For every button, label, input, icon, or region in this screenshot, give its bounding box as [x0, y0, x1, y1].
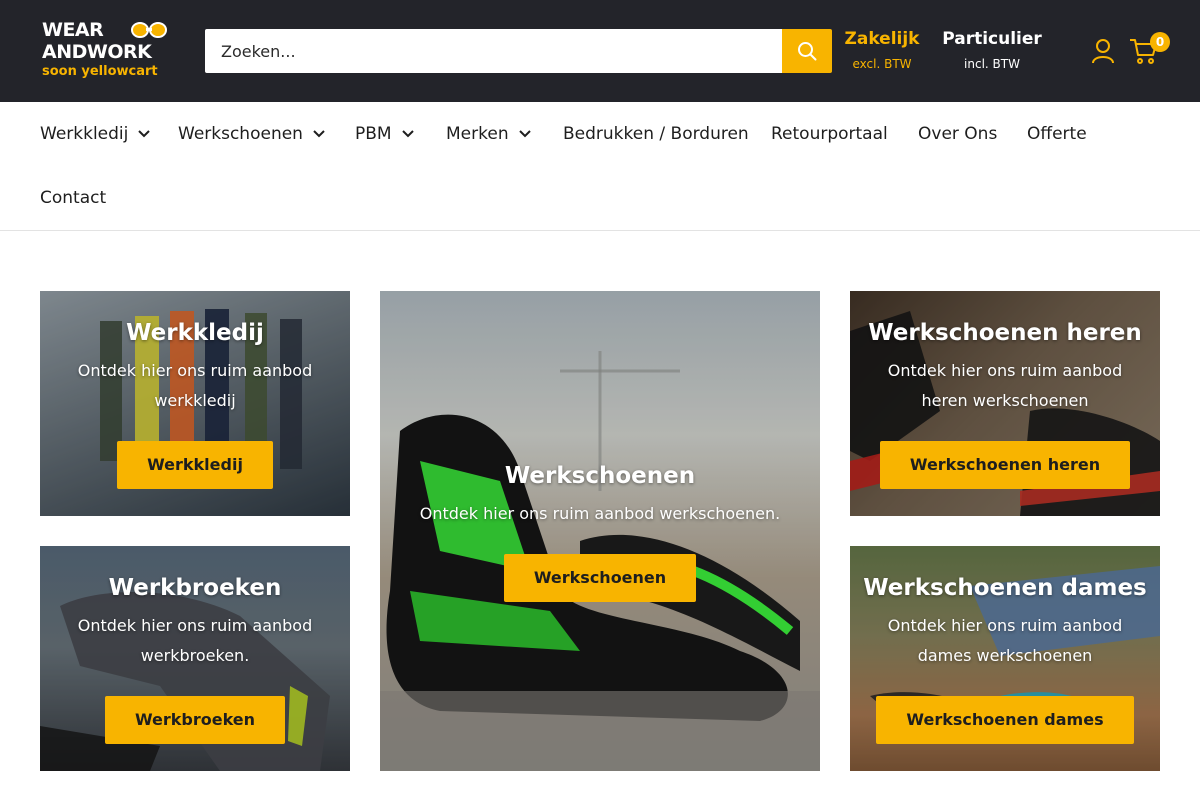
nav-item-bedrukken-borduren[interactable]: Bedrukken / Borduren — [563, 122, 749, 146]
nav-item-label: Over Ons — [918, 124, 998, 144]
category-tile-werkkledij[interactable]: Werkkledij Ontdek hier ons ruim aanbod w… — [40, 291, 350, 516]
tile-content: Werkschoenen heren Ontdek hier ons ruim … — [850, 318, 1160, 489]
nav-item-werkschoenen[interactable]: Werkschoenen — [178, 122, 325, 146]
chevron-down-icon — [401, 130, 414, 138]
price-toggle-label: Zakelijk — [844, 29, 920, 49]
logo-line-3: soon yellowcart — [42, 64, 158, 79]
nav-item-over-ons[interactable]: Over Ons — [918, 122, 997, 146]
category-tile-werkschoenen[interactable]: Werkschoenen Ontdek hier ons ruim aanbod… — [380, 291, 820, 771]
site-logo[interactable]: WEAR ANDWORK soon yellowcart — [40, 18, 170, 84]
nav-item-label: Retourportaal — [771, 124, 888, 144]
tile-content: Werkschoenen dames Ontdek hier ons ruim … — [850, 573, 1160, 744]
goggles-icon — [131, 22, 167, 38]
nav-item-offerte[interactable]: Offerte — [1027, 122, 1087, 146]
nav-item-pbm[interactable]: PBM — [355, 122, 414, 146]
chevron-down-icon — [138, 130, 151, 138]
tile-content: Werkschoenen Ontdek hier ons ruim aanbod… — [380, 461, 820, 602]
nav-item-label: Contact — [40, 188, 107, 208]
tile-description: Ontdek hier ons ruim aanbod dames werksc… — [887, 616, 1123, 665]
chevron-down-icon — [313, 130, 325, 138]
tile-title: Werkbroeken — [108, 575, 282, 601]
price-toggle-zakelijk[interactable]: Zakelijk excl. BTW — [840, 28, 924, 72]
tile-description: Ontdek hier ons ruim aanbod heren werksc… — [887, 361, 1123, 410]
price-toggle-sub: incl. BTW — [964, 57, 1020, 71]
price-toggle-sub: excl. BTW — [852, 57, 912, 71]
logo-line-1: WEAR — [42, 19, 104, 41]
search-bar — [205, 29, 832, 73]
tile-description: Ontdek hier ons ruim aanbod werkschoenen… — [419, 504, 781, 523]
search-input[interactable] — [205, 29, 782, 73]
nav-item-label: Merken — [446, 124, 509, 144]
werkschoenen-heren-button[interactable]: Werkschoenen heren — [879, 441, 1131, 489]
tile-title: Werkschoenen — [504, 463, 696, 489]
logo-line-2: ANDWORK — [42, 41, 152, 63]
tile-content: Werkbroeken Ontdek hier ons ruim aanbod … — [40, 573, 350, 744]
user-icon — [1092, 39, 1114, 64]
category-tile-werkschoenen-heren[interactable]: Werkschoenen heren Ontdek hier ons ruim … — [850, 291, 1160, 516]
tile-title: Werkschoenen heren — [868, 320, 1142, 346]
nav-item-retourportaal[interactable]: Retourportaal — [771, 122, 888, 146]
nav-item-label: Offerte — [1027, 124, 1087, 144]
tile-title: Werkschoenen dames — [863, 575, 1147, 601]
werkkledij-button[interactable]: Werkkledij — [117, 441, 273, 489]
nav-item-werkkledij[interactable]: Werkkledij — [40, 122, 151, 146]
tile-content: Werkkledij Ontdek hier ons ruim aanbod w… — [40, 318, 350, 489]
nav-item-label: Werkschoenen — [178, 124, 303, 144]
top-header: WEAR ANDWORK soon yellowcart Zakelijk ex… — [0, 0, 1200, 102]
tile-description: Ontdek hier ons ruim aanbod werkbroeken. — [77, 616, 313, 665]
werkschoenen-button[interactable]: Werkschoenen — [503, 554, 697, 602]
chevron-down-icon — [518, 130, 531, 138]
main-navigation: Werkkledij Werkschoenen PBM Merken Bedru… — [0, 102, 1200, 231]
price-toggle-particulier[interactable]: Particulier incl. BTW — [940, 28, 1044, 72]
category-tile-werkbroeken[interactable]: Werkbroeken Ontdek hier ons ruim aanbod … — [40, 546, 350, 771]
nav-item-merken[interactable]: Merken — [446, 122, 531, 146]
tile-title: Werkkledij — [126, 320, 264, 346]
search-icon — [798, 42, 817, 61]
category-tile-werkschoenen-dames[interactable]: Werkschoenen dames Ontdek hier ons ruim … — [850, 546, 1160, 771]
werkbroeken-button[interactable]: Werkbroeken — [104, 696, 286, 744]
nav-item-contact[interactable]: Contact — [40, 186, 106, 210]
cart-count-badge: 0 — [1150, 32, 1170, 52]
account-button[interactable] — [1091, 38, 1115, 64]
search-button[interactable] — [782, 29, 832, 73]
nav-item-label: PBM — [355, 124, 392, 144]
nav-item-label: Werkkledij — [40, 124, 129, 144]
price-toggle-label: Particulier — [942, 29, 1042, 49]
tile-description: Ontdek hier ons ruim aanbod werkkledij — [77, 361, 313, 410]
nav-item-label: Bedrukken / Borduren — [563, 124, 749, 144]
werkschoenen-dames-button[interactable]: Werkschoenen dames — [876, 696, 1134, 744]
